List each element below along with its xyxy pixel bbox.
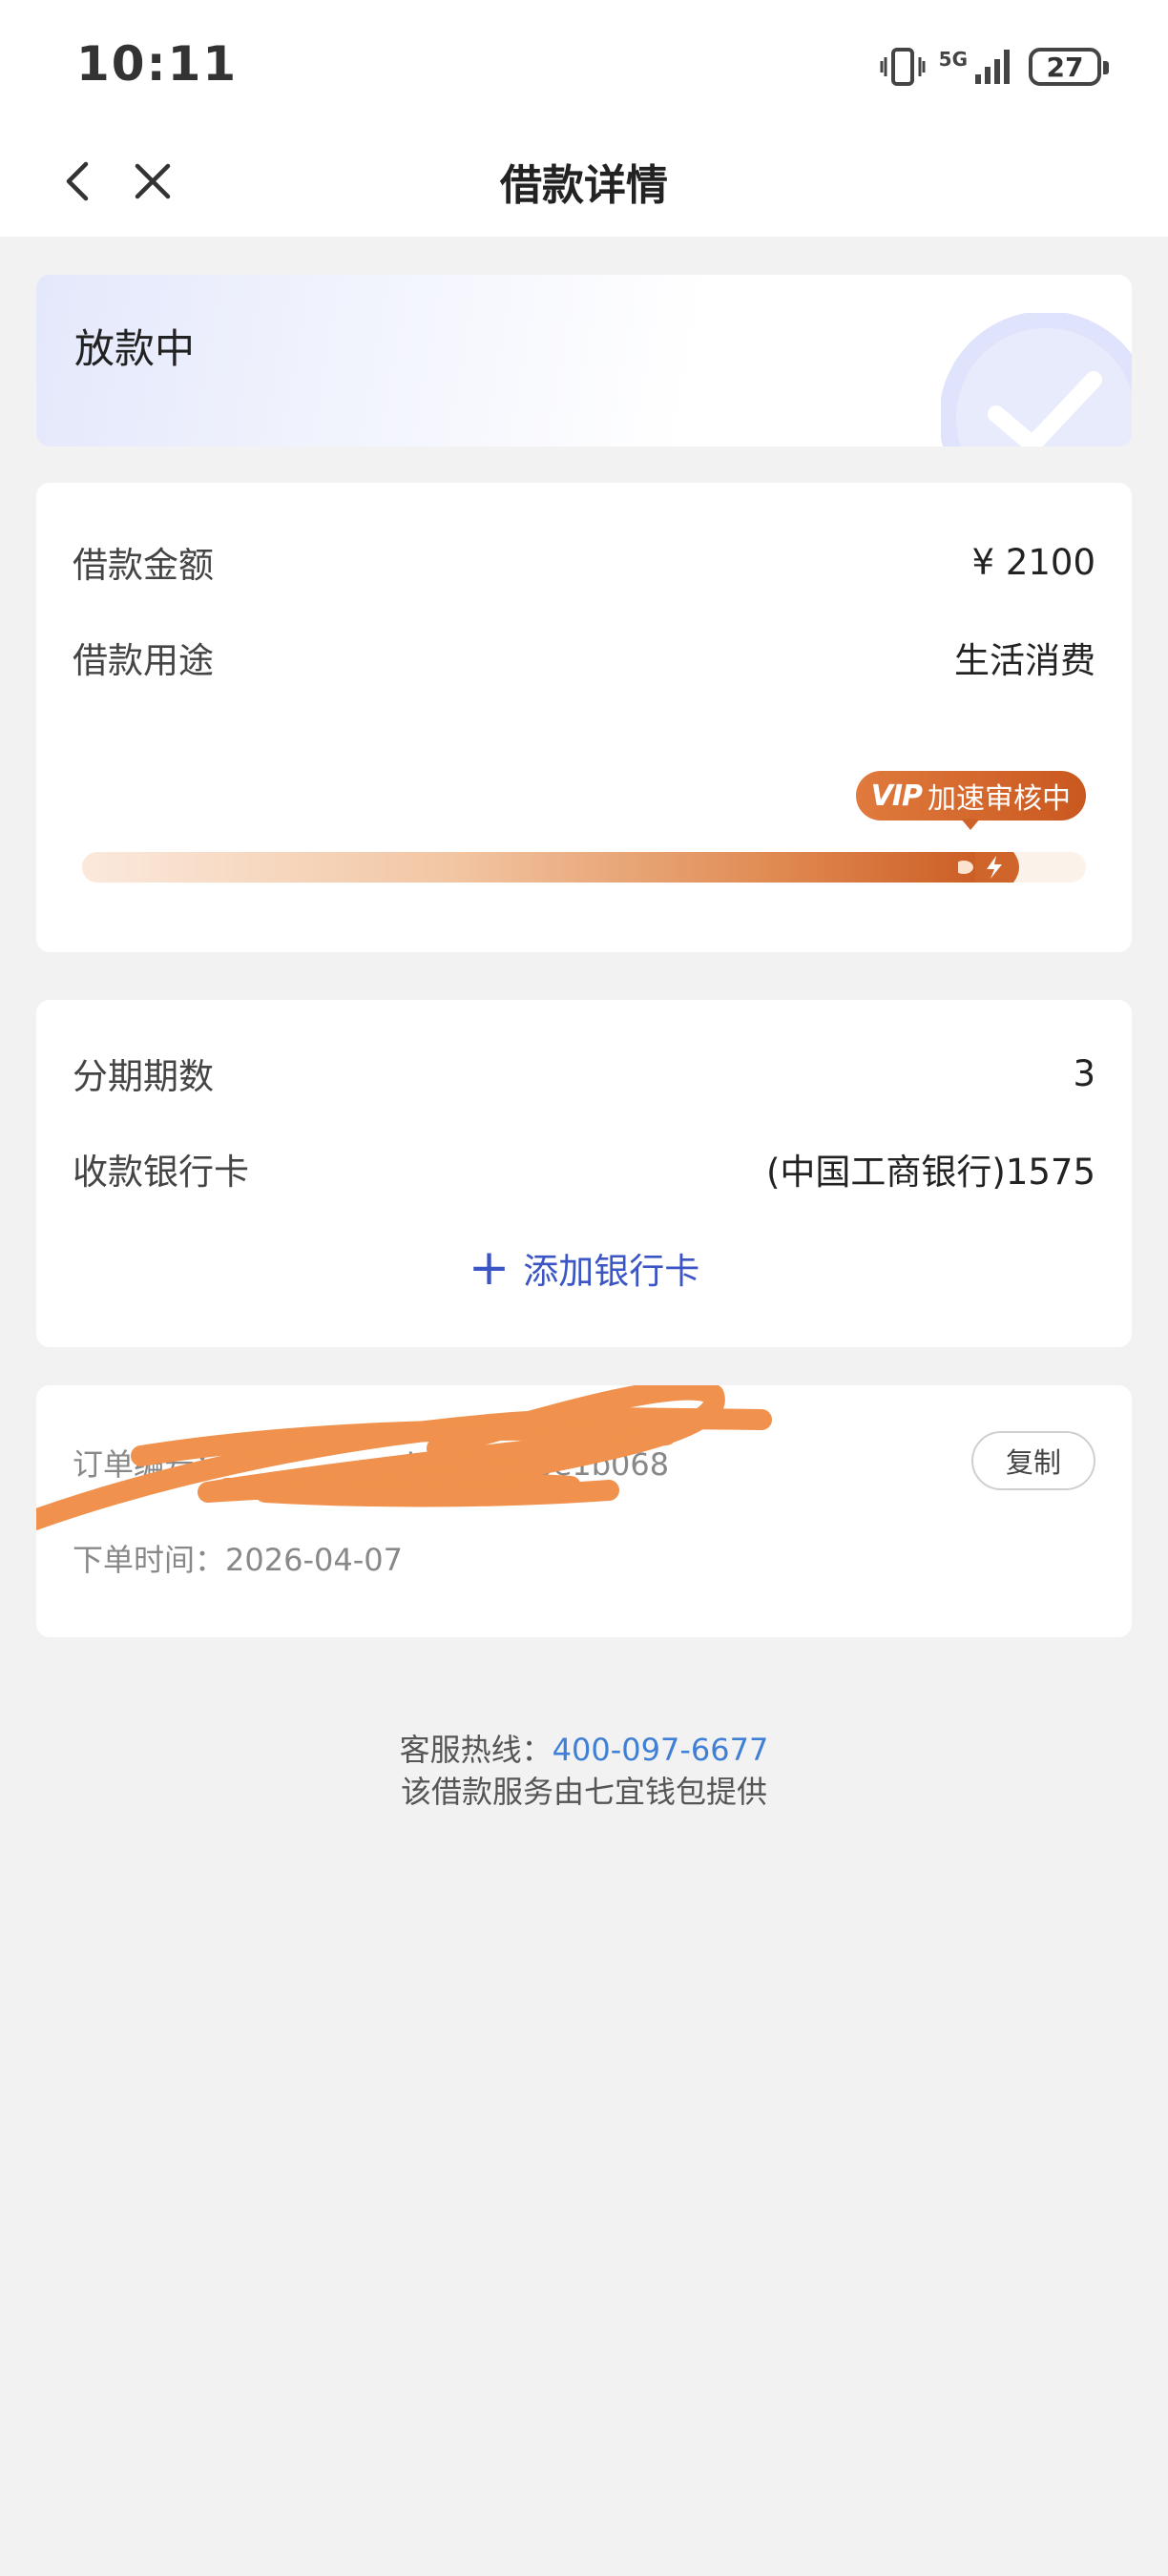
network-indicator: 5G: [939, 48, 1015, 86]
provider-text: 该借款服务由七宜钱包提供: [400, 1774, 767, 1810]
hotline-label: 客服热线：: [399, 1732, 553, 1768]
add-bank-card-button[interactable]: + 添加银行卡: [36, 1242, 1132, 1294]
order-time-label: 下单时间：: [73, 1542, 226, 1578]
installments-label: 分期期数: [73, 1056, 214, 1097]
lightning-icon: [957, 852, 1019, 883]
vibrate-icon: [880, 48, 926, 86]
receiving-bank-value: (中国工商银行)1575: [765, 1152, 1095, 1193]
installments-row: 分期期数 3: [73, 1048, 1095, 1099]
review-progress-fill: [82, 852, 1006, 883]
loan-amount-value: ¥ 2100: [971, 541, 1095, 583]
loan-info-card: 借款金额 ¥ 2100 借款用途 生活消费 VIP 加速审核中: [36, 483, 1132, 952]
battery-icon: 27: [1029, 48, 1109, 86]
status-time: 10:11: [76, 36, 239, 92]
battery-level: 27: [1046, 51, 1084, 83]
add-bank-card-label: 添加银行卡: [523, 1251, 700, 1292]
hotline-line: 客服热线：400-097-6677: [0, 1729, 1168, 1771]
network-label: 5G: [938, 48, 968, 71]
order-time-value: 2026-04-07: [225, 1542, 403, 1578]
hotline-number-link[interactable]: 400-097-6677: [553, 1732, 769, 1768]
review-progress-bar: [82, 852, 1086, 883]
signal-icon: [975, 50, 1010, 84]
vip-review-text: 加速审核中: [928, 782, 1071, 816]
redaction-scribble: [36, 1385, 772, 1531]
status-icons: 5G 27: [880, 42, 1109, 92]
status-bar: 10:11 5G 27: [0, 0, 1168, 134]
installment-bank-card: 分期期数 3 收款银行卡 (中国工商银行)1575 + 添加银行卡: [36, 1000, 1132, 1347]
footer: 客服热线：400-097-6677 该借款服务由七宜钱包提供: [0, 1729, 1168, 1813]
installments-value: 3: [1073, 1052, 1095, 1094]
loan-purpose-label: 借款用途: [73, 640, 214, 681]
check-icon: [941, 313, 1132, 447]
receiving-bank-row: 收款银行卡 (中国工商银行)1575: [73, 1143, 1095, 1195]
loan-amount-label: 借款金额: [73, 545, 214, 586]
order-number-row: 订单编号： b055fb0be1b068: [73, 1441, 669, 1485]
order-time-row: 下单时间：2026-04-07: [73, 1536, 403, 1580]
loan-purpose-value: 生活消费: [954, 640, 1095, 681]
loan-status-card: 放款中: [36, 275, 1132, 447]
order-info-card: 订单编号： b055fb0be1b068 下单时间：2026-04-07 复制: [36, 1385, 1132, 1637]
loan-amount-row: 借款金额 ¥ 2100: [73, 536, 1095, 588]
receiving-bank-label: 收款银行卡: [73, 1152, 249, 1193]
vip-review-badge: VIP 加速审核中: [855, 771, 1086, 830]
nav-bar: 借款详情: [0, 124, 1168, 237]
loan-purpose-row: 借款用途 生活消费: [73, 632, 1095, 683]
copy-order-number-button[interactable]: 复制: [971, 1431, 1095, 1490]
vip-mark: VIP: [870, 779, 923, 813]
order-number-label: 订单编号：: [73, 1446, 226, 1483]
plus-icon: +: [468, 1239, 511, 1297]
order-number-value: b055fb0be1b068: [407, 1446, 670, 1483]
page-title: 借款详情: [500, 161, 668, 210]
loan-status-text: 放款中: [74, 325, 196, 372]
